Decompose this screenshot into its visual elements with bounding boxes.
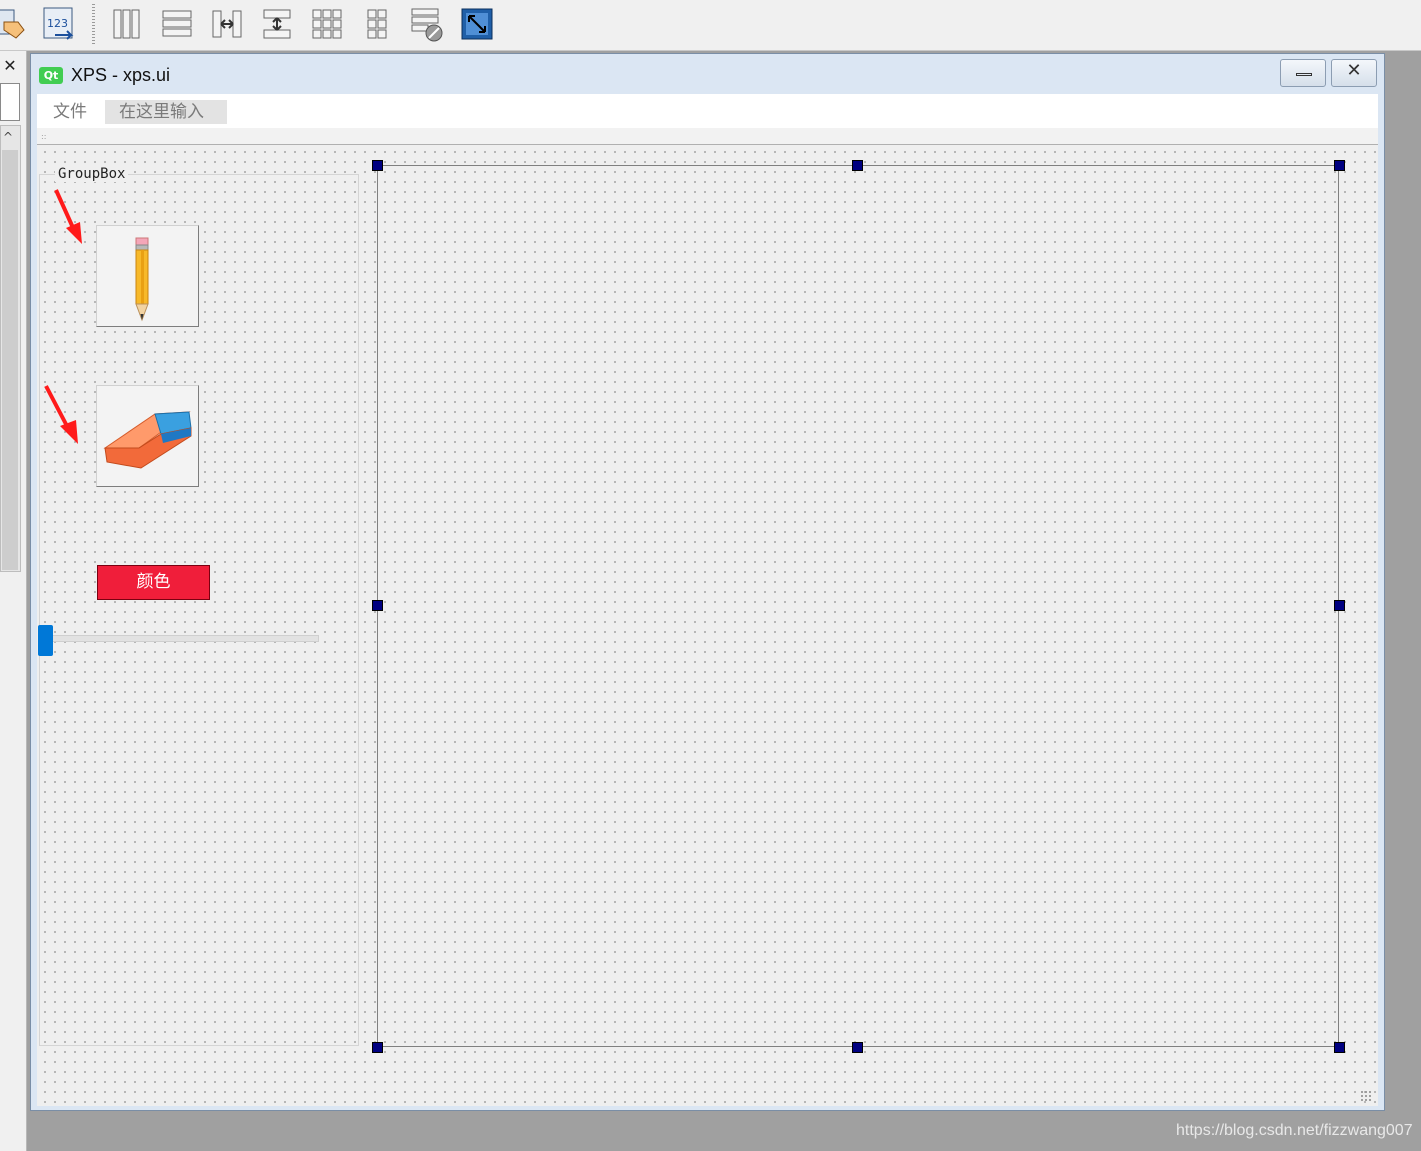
selection-handle[interactable]	[852, 1042, 863, 1053]
layout-grid-icon[interactable]	[308, 4, 346, 44]
svg-text:123: 123	[47, 17, 68, 30]
watermark-text: https://blog.csdn.net/fizzwang007	[1176, 1122, 1413, 1139]
canvas-widget[interactable]	[377, 165, 1339, 1047]
title-bar: Qt XPS - xps.ui ✕	[31, 54, 1384, 94]
menu-file[interactable]: 文件	[53, 100, 87, 124]
break-layout-icon[interactable]	[408, 4, 446, 44]
designer-toolbar: 123	[0, 0, 1421, 51]
layout-splitter-horizontal-icon[interactable]	[208, 4, 246, 44]
group-box[interactable]	[39, 174, 359, 1046]
selection-handle[interactable]	[1334, 1042, 1345, 1053]
annotation-arrow-icon	[44, 385, 78, 444]
color-button[interactable]: 颜色	[97, 565, 210, 600]
pencil-icon	[135, 237, 149, 322]
buddy-edit-icon[interactable]: 123	[40, 4, 78, 44]
window-title: XPS - xps.ui	[71, 65, 171, 85]
layout-form-icon[interactable]	[358, 4, 396, 44]
form-client-area: 文件 在这里输入 :: GroupBox 颜色	[37, 94, 1378, 1106]
slider-groove[interactable]	[51, 635, 319, 642]
slider-handle[interactable]	[38, 625, 53, 656]
tab-order-icon[interactable]	[0, 4, 28, 44]
eraser-icon	[103, 411, 192, 469]
selection-handle[interactable]	[852, 160, 863, 171]
scroll-up-icon[interactable]: ^	[3, 130, 13, 144]
layout-vertical-icon[interactable]	[158, 4, 196, 44]
eraser-button[interactable]	[96, 385, 199, 487]
selection-handle[interactable]	[372, 600, 383, 611]
qt-logo-icon: Qt	[39, 67, 63, 84]
menu-type-here[interactable]: 在这里输入	[105, 100, 227, 124]
layout-splitter-vertical-icon[interactable]	[258, 4, 296, 44]
dock-filter-field[interactable]	[0, 83, 20, 121]
form-toolbar-area: ::	[37, 128, 1378, 145]
form-window: Qt XPS - xps.ui ✕ 文件 在这里输入 :: GroupBox 颜…	[30, 53, 1385, 1111]
group-box-title: GroupBox	[55, 166, 129, 182]
dock-close-icon[interactable]: ✕	[0, 56, 20, 76]
scrollbar-thumb[interactable]	[2, 150, 18, 570]
selection-handle[interactable]	[372, 160, 383, 171]
minimize-icon	[1296, 73, 1312, 76]
annotation-arrow-icon	[54, 189, 82, 244]
selection-handle[interactable]	[1334, 160, 1345, 171]
toolbar-grip[interactable]: ::	[41, 132, 46, 141]
menu-bar: 文件 在这里输入	[37, 94, 1378, 128]
adjust-size-icon[interactable]	[458, 4, 496, 44]
selection-handle[interactable]	[372, 1042, 383, 1053]
close-button[interactable]: ✕	[1331, 59, 1377, 87]
dock-scrollbar[interactable]: ^	[0, 125, 21, 572]
close-icon: ✕	[1346, 60, 1362, 81]
resize-grip[interactable]	[1360, 1090, 1372, 1102]
toolbar-separator	[92, 4, 95, 46]
layout-horizontal-icon[interactable]	[108, 4, 146, 44]
selection-handle[interactable]	[1334, 600, 1345, 611]
pencil-button[interactable]	[96, 225, 199, 327]
minimize-button[interactable]	[1280, 59, 1326, 87]
